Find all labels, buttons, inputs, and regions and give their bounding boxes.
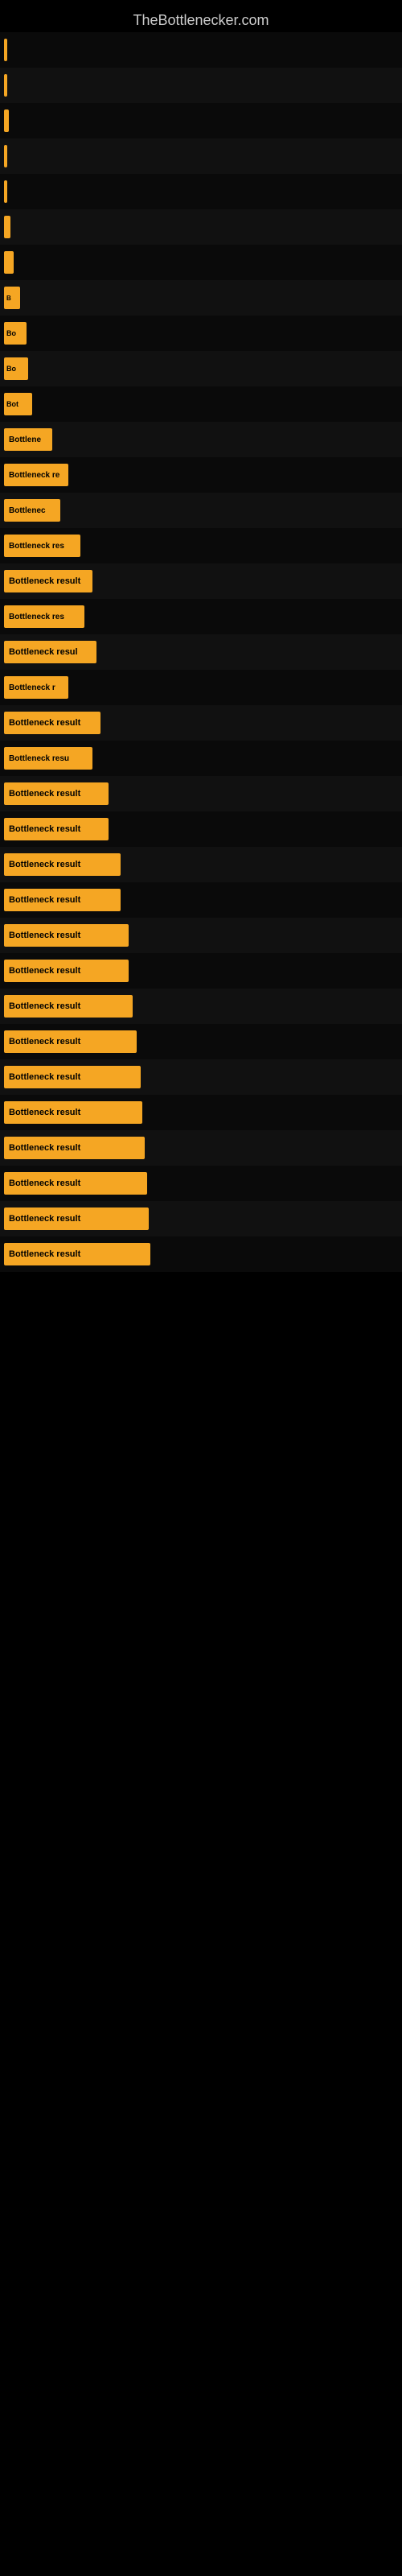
bar-row: [0, 32, 402, 68]
bottleneck-result-bar[interactable]: Bottleneck res: [4, 535, 80, 557]
bar-row: Bottleneck result: [0, 776, 402, 811]
bar-row: Bottleneck result: [0, 811, 402, 847]
bar-row: Bottleneck re: [0, 457, 402, 493]
bar-row: [0, 103, 402, 138]
bottleneck-result-bar[interactable]: [4, 74, 7, 97]
bottleneck-result-bar[interactable]: Bottleneck result: [4, 1137, 145, 1159]
bottleneck-result-bar[interactable]: [4, 216, 10, 238]
bar-row: [0, 138, 402, 174]
bottleneck-result-bar[interactable]: Bottleneck result: [4, 1101, 142, 1124]
bottleneck-result-bar[interactable]: Bottleneck result: [4, 995, 133, 1018]
bottleneck-result-bar[interactable]: [4, 251, 14, 274]
bottleneck-result-bar[interactable]: Bottleneck res: [4, 605, 84, 628]
bar-row: Bottleneck r: [0, 670, 402, 705]
bar-row: Bottleneck result: [0, 1095, 402, 1130]
bottleneck-result-bar[interactable]: Bottleneck result: [4, 924, 129, 947]
bar-row: Bottlene: [0, 422, 402, 457]
bottleneck-result-bar[interactable]: Bottlenec: [4, 499, 60, 522]
bottleneck-result-bar[interactable]: Bottleneck result: [4, 960, 129, 982]
bottleneck-result-bar[interactable]: Bottlene: [4, 428, 52, 451]
bar-row: Bottleneck result: [0, 1059, 402, 1095]
bar-row: Bottleneck result: [0, 564, 402, 599]
bar-row: Bot: [0, 386, 402, 422]
bottleneck-result-bar[interactable]: [4, 109, 9, 132]
bar-row: Bottleneck resul: [0, 634, 402, 670]
bar-row: Bottleneck res: [0, 528, 402, 564]
bottleneck-result-bar[interactable]: Bottleneck result: [4, 818, 109, 840]
bottleneck-result-bar[interactable]: Bottleneck resu: [4, 747, 92, 770]
bottleneck-result-bar[interactable]: Bottleneck result: [4, 1030, 137, 1053]
bottleneck-result-bar[interactable]: [4, 145, 7, 167]
bottleneck-result-bar[interactable]: Bottleneck result: [4, 1172, 147, 1195]
bar-row: Bottleneck result: [0, 953, 402, 989]
bar-row: [0, 68, 402, 103]
bar-row: Bottleneck result: [0, 705, 402, 741]
bottleneck-result-bar[interactable]: Bottleneck result: [4, 1066, 141, 1088]
bar-row: Bottlenec: [0, 493, 402, 528]
bars-container: B Bo Bo Bot Bottlene Bottleneck re Bottlenec Bo…: [0, 32, 402, 1272]
bottleneck-result-bar[interactable]: Bottleneck result: [4, 570, 92, 592]
bar-row: Bottleneck result: [0, 918, 402, 953]
bar-row: [0, 174, 402, 209]
bar-row: Bottleneck result: [0, 847, 402, 882]
bottleneck-result-bar[interactable]: Bo: [4, 357, 28, 380]
bar-row: Bo: [0, 351, 402, 386]
bottleneck-result-bar[interactable]: Bot: [4, 393, 32, 415]
bar-row: [0, 245, 402, 280]
bottleneck-result-bar[interactable]: [4, 39, 7, 61]
site-title: TheBottlenecker.com: [0, 4, 402, 33]
bar-row: Bottleneck result: [0, 1201, 402, 1236]
bottleneck-result-bar[interactable]: [4, 180, 7, 203]
bottleneck-result-bar[interactable]: B: [4, 287, 20, 309]
bar-row: B: [0, 280, 402, 316]
bar-row: Bottleneck res: [0, 599, 402, 634]
bar-row: Bottleneck result: [0, 1236, 402, 1272]
bottleneck-result-bar[interactable]: Bottleneck resul: [4, 641, 96, 663]
bottleneck-result-bar[interactable]: Bottleneck result: [4, 853, 121, 876]
bar-row: Bottleneck resu: [0, 741, 402, 776]
bottleneck-result-bar[interactable]: Bottleneck result: [4, 889, 121, 911]
bottleneck-result-bar[interactable]: Bottleneck result: [4, 712, 100, 734]
bar-row: Bottleneck result: [0, 989, 402, 1024]
bar-row: Bottleneck result: [0, 1130, 402, 1166]
bottleneck-result-bar[interactable]: Bottleneck result: [4, 1208, 149, 1230]
bar-row: Bottleneck result: [0, 1166, 402, 1201]
bottleneck-result-bar[interactable]: Bottleneck r: [4, 676, 68, 699]
bar-row: Bottleneck result: [0, 882, 402, 918]
bar-row: Bo: [0, 316, 402, 351]
bar-row: Bottleneck result: [0, 1024, 402, 1059]
bottleneck-result-bar[interactable]: Bottleneck result: [4, 1243, 150, 1265]
bottleneck-result-bar[interactable]: Bo: [4, 322, 27, 345]
bar-row: [0, 209, 402, 245]
bottleneck-result-bar[interactable]: Bottleneck re: [4, 464, 68, 486]
bottleneck-result-bar[interactable]: Bottleneck result: [4, 782, 109, 805]
